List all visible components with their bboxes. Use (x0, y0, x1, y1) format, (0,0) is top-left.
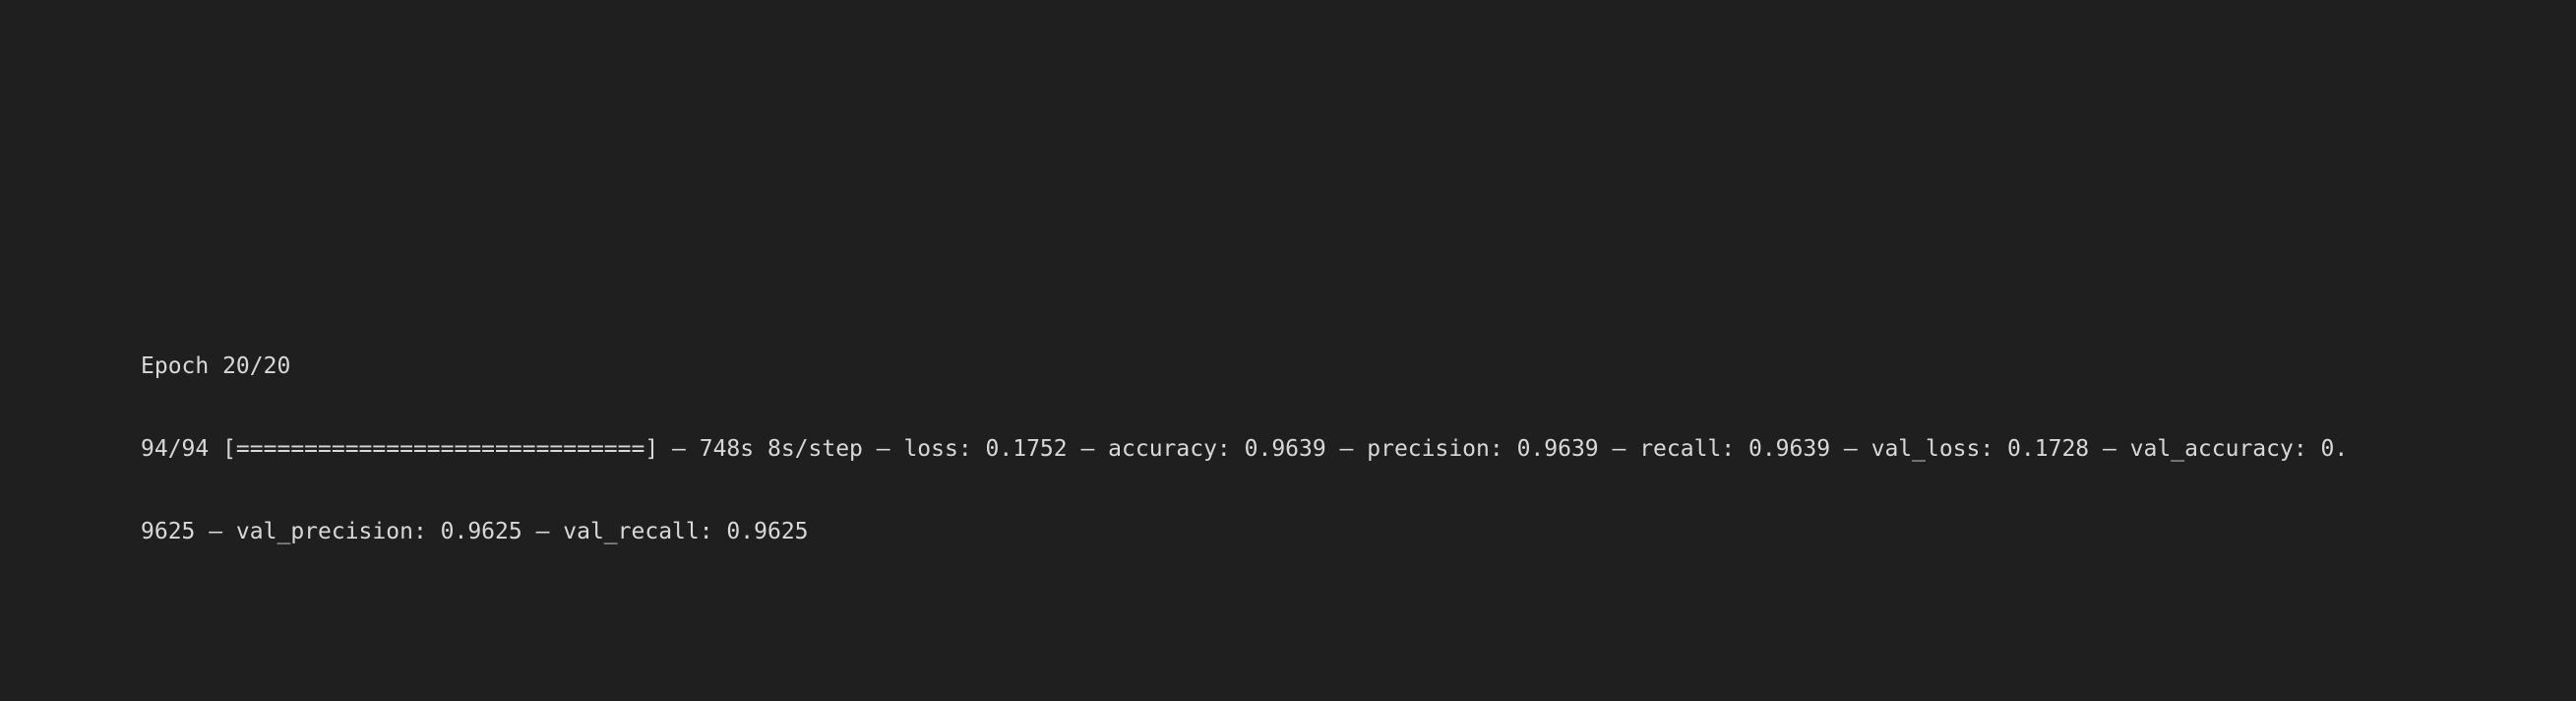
training-log-output: Epoch 20/20 94/94 [=====================… (141, 297, 2483, 601)
terminal-output-panel: Epoch 20/20 94/94 [=====================… (0, 0, 2576, 701)
epoch-line: Epoch 20/20 (141, 353, 291, 379)
validation-metrics-line: 9625 – val_precision: 0.9625 – val_recal… (141, 519, 809, 544)
progress-metrics-line: 94/94 [==============================] –… (141, 436, 2349, 462)
